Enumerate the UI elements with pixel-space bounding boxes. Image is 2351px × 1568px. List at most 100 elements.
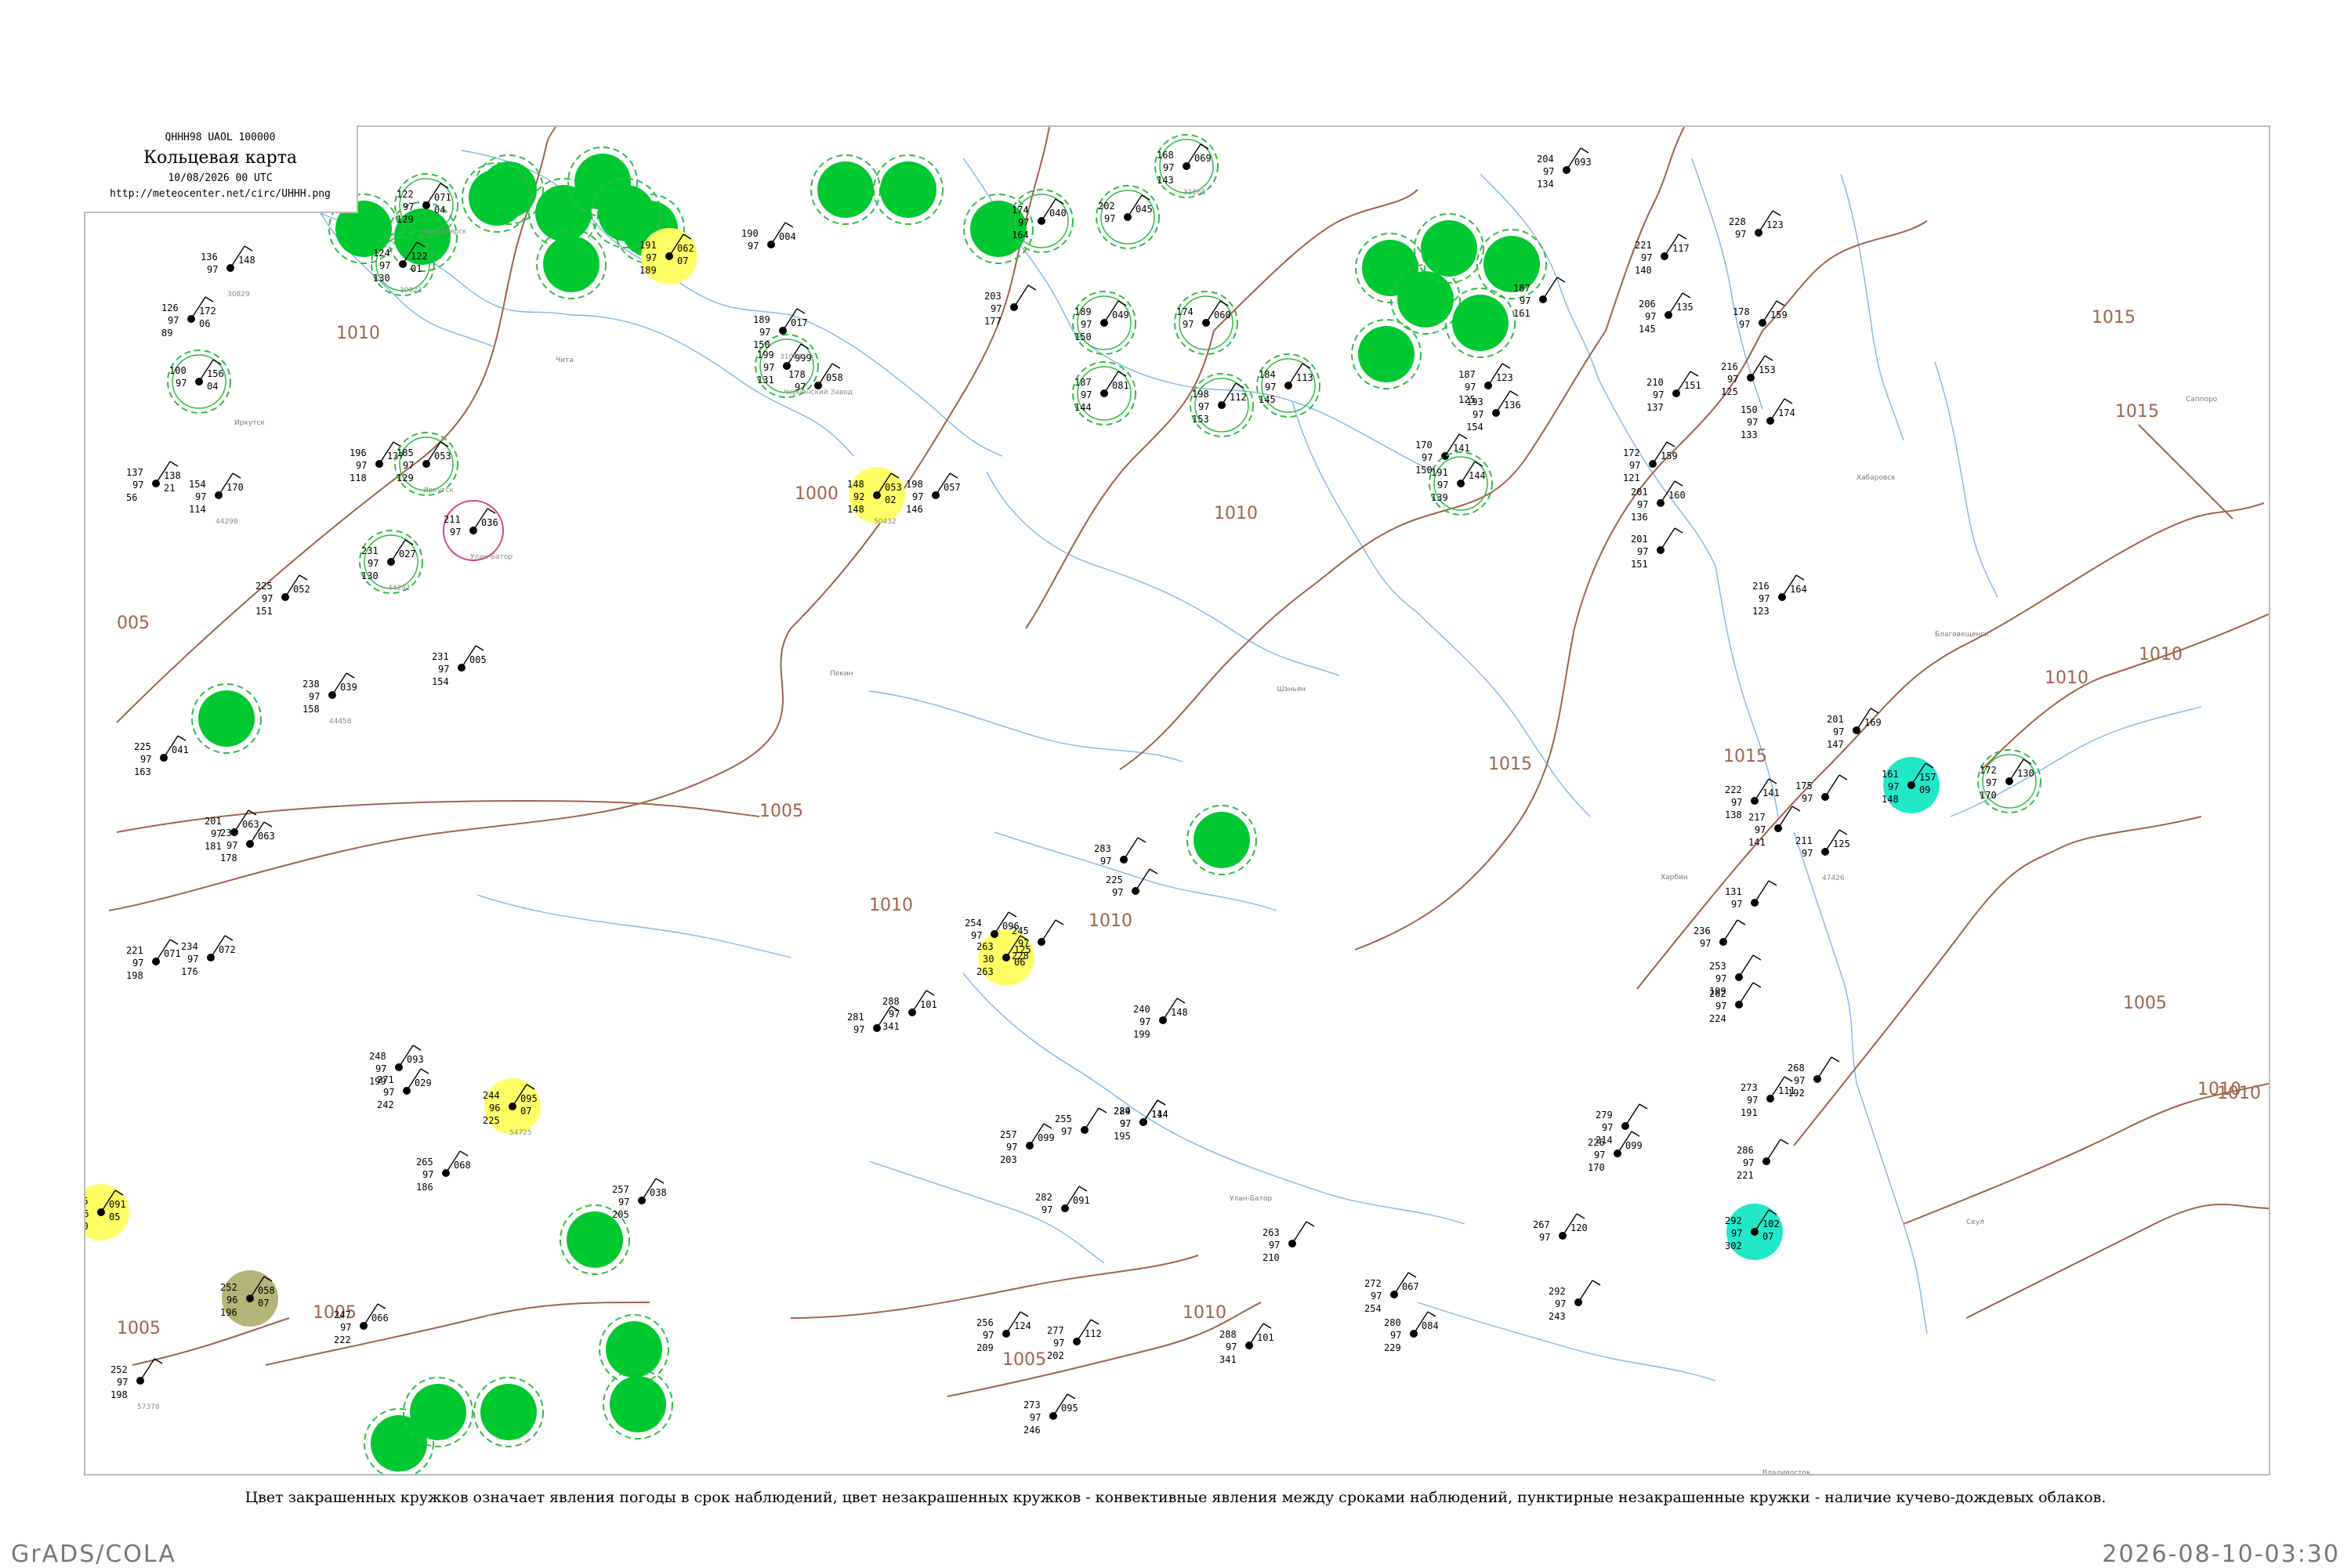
station-visibility: 222 xyxy=(334,1334,351,1345)
station-visibility: 198 xyxy=(110,1389,128,1400)
station-plot: 211 97 125 47426 xyxy=(1795,829,1850,882)
station-pressure: 137 xyxy=(126,467,143,478)
station-plot: 18797 161 xyxy=(1513,277,1566,319)
wind-barb-feather xyxy=(655,1178,665,1184)
wind-barb-feather xyxy=(1580,147,1589,154)
wind-barb-feather xyxy=(459,1150,469,1157)
station-pressure: 238 xyxy=(302,679,320,690)
station-pressure: 252 xyxy=(110,1364,128,1375)
station-temperature: 30 xyxy=(983,954,994,965)
station-change: 21 xyxy=(164,483,175,494)
station-temperature: 97 xyxy=(1081,389,1092,400)
station-pressure: 225 xyxy=(255,581,273,592)
station-visibility: 154 xyxy=(432,676,449,687)
station-tendency: 071 xyxy=(434,192,451,203)
station-plot: 244 96225 095 07 54725 xyxy=(483,1078,541,1137)
wind-barb-feather xyxy=(1768,778,1777,784)
station-tendency: 122 xyxy=(411,251,428,262)
wind-barb-feather xyxy=(1870,708,1879,714)
station-visibility: 195 xyxy=(1114,1131,1131,1142)
station-temperature: 97 xyxy=(309,691,320,702)
station-visibility: 136 xyxy=(1631,512,1648,523)
station-temperature: 97 xyxy=(795,382,806,393)
station-visibility: 243 xyxy=(1549,1311,1566,1322)
station-pressure: 273 xyxy=(1023,1400,1041,1410)
isobar-label: 1015 xyxy=(2092,308,2135,328)
station-visibility: 225 xyxy=(483,1115,500,1126)
station-tendency: 058 xyxy=(258,1285,275,1296)
station-plot: 226 97170 099 xyxy=(1588,1131,1643,1173)
filled-weather-circle xyxy=(543,236,600,292)
station-pressure: 216 xyxy=(1721,361,1738,372)
station-pressure: 184 xyxy=(1259,369,1276,380)
station-name: 30823 xyxy=(400,287,422,295)
station-plot: 228 97 123 xyxy=(1729,210,1784,240)
station-tendency: 072 xyxy=(219,944,236,955)
isobar-label: 1010 xyxy=(2139,645,2183,664)
station-temperature: 97 xyxy=(1747,1095,1758,1106)
station-plot: 28297 091 xyxy=(1035,1186,1090,1215)
station-name: 50432 xyxy=(874,518,897,526)
map-frame: 1010 1010 1005 1005 1000 1005 1010 1010 1010 1015… xyxy=(84,125,2270,1476)
wind-barb-feather xyxy=(1176,998,1186,1004)
station-temperature: 97 xyxy=(1802,793,1813,804)
station-visibility: 228 xyxy=(1012,951,1029,961)
station-pressure: 131 xyxy=(1725,886,1742,897)
station-pressure: 202 xyxy=(1098,201,1115,212)
station-tendency: 099 xyxy=(1625,1140,1643,1151)
station-visibility: 114 xyxy=(189,504,206,515)
wind-barb-feather xyxy=(412,1045,422,1051)
station-name: 47426 xyxy=(1822,875,1845,882)
station-tendency: 174 xyxy=(1778,407,1795,418)
station-visibility: 341 xyxy=(1219,1354,1237,1365)
station-pressure: 187 xyxy=(1074,377,1092,388)
station-plot: 178 97 159 xyxy=(1733,300,1788,330)
station-plot: 17297 170 130 xyxy=(1977,749,2041,813)
station-temperature: 97 xyxy=(1473,409,1483,420)
isobar-label: 1010 xyxy=(1089,911,1132,931)
wind-barb-feather xyxy=(1157,1099,1166,1106)
station-visibility: 153 xyxy=(1192,414,1209,425)
station-tendency: 112 xyxy=(1230,392,1247,403)
station-change: 02 xyxy=(885,494,896,505)
station-tendency: 095 xyxy=(1061,1403,1078,1414)
river-line xyxy=(476,894,792,958)
station-tendency: 130 xyxy=(2017,768,2034,779)
station-visibility: 189 xyxy=(639,265,657,276)
station-plot: 19897 153 112 xyxy=(1190,373,1254,437)
station-plot: 234 97176 072 xyxy=(181,935,236,977)
station-visibility: 181 xyxy=(205,841,222,852)
wind-barb-feather xyxy=(1674,480,1683,487)
station-change: 07 xyxy=(520,1106,531,1117)
wind-barb-feather xyxy=(377,1303,386,1309)
station-pressure: 148 xyxy=(847,479,864,490)
station-pressure: 228 xyxy=(1729,216,1746,227)
place-name: Пекин xyxy=(830,670,853,678)
station-tendency: 111 xyxy=(1778,1085,1795,1096)
station-plot: 190 97 004 xyxy=(741,222,796,252)
station-tendency: 138 xyxy=(164,470,181,481)
wind-barb-feather xyxy=(1020,1311,1029,1317)
isobar-line xyxy=(2138,424,2233,520)
station-visibility: 56 xyxy=(126,492,137,503)
station-plot: 22597 151 052 xyxy=(255,574,310,617)
station-change: 07 xyxy=(258,1298,269,1309)
render-timestamp: 2026-08-10-03:30 xyxy=(2102,1541,2340,1568)
wind-barb-feather xyxy=(1795,574,1805,581)
station-plot: 29297 243 xyxy=(1549,1280,1601,1322)
station-temperature: 97 xyxy=(1081,319,1092,330)
station-pressure: 282 xyxy=(1035,1192,1052,1203)
station-tendency: 057 xyxy=(944,482,961,493)
wind-barb-feather xyxy=(346,672,355,679)
river-line xyxy=(1840,173,1904,441)
station-temperature: 97 xyxy=(1986,777,1997,788)
station-pressure: 161 xyxy=(1882,769,1899,780)
station-plot: 126 97 89 17206 xyxy=(161,296,216,339)
station-tendency: 041 xyxy=(172,744,189,755)
wind-barb-feather xyxy=(1639,1103,1648,1110)
station-visibility: 141 xyxy=(1748,837,1766,848)
station-tendency: 153 xyxy=(1759,364,1776,375)
station-tendency: 045 xyxy=(1136,204,1153,215)
wind-barb-feather xyxy=(1118,300,1127,306)
station-pressure: 244 xyxy=(483,1090,500,1101)
